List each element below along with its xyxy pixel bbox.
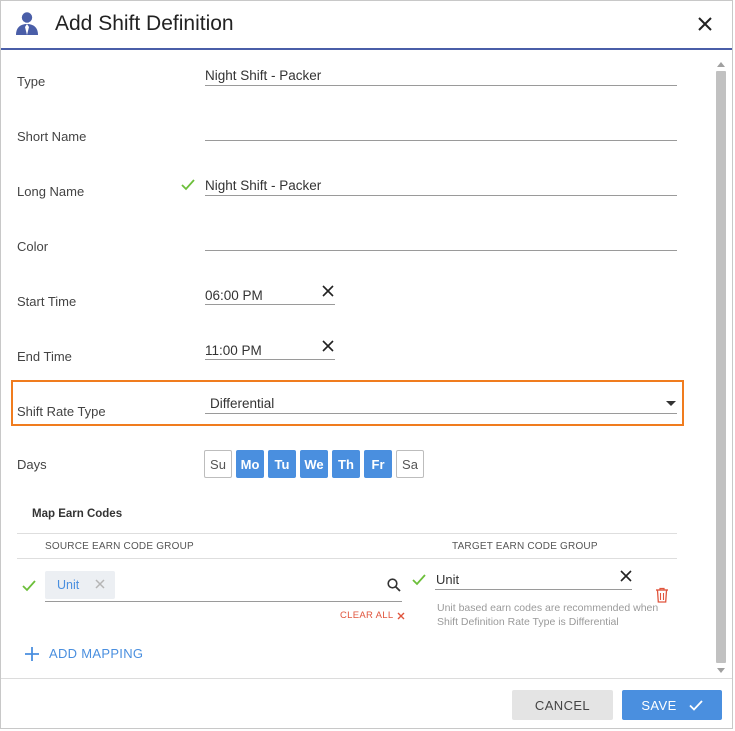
type-input[interactable]: Night Shift - Packer [205, 68, 321, 83]
day-toggle-th[interactable]: Th [332, 450, 360, 478]
close-button[interactable] [694, 13, 716, 35]
short-name-underline [205, 140, 677, 141]
type-label: Type [17, 74, 46, 89]
day-toggle-mo[interactable]: Mo [236, 450, 264, 478]
long-name-label: Long Name [17, 184, 85, 199]
save-button[interactable]: SAVE [622, 690, 722, 720]
close-icon [397, 612, 405, 619]
color-label: Color [17, 239, 49, 254]
target-column-header: TARGET EARN CODE GROUP [452, 541, 598, 552]
type-underline [205, 85, 677, 86]
clear-target-icon[interactable] [619, 569, 633, 583]
days-label: Days [17, 457, 47, 472]
end-time-underline [205, 359, 335, 360]
shift-rate-type-label: Shift Rate Type [17, 404, 106, 419]
start-time-input[interactable]: 06:00 PM [205, 288, 263, 303]
vertical-scrollbar[interactable] [715, 59, 727, 676]
shift-rate-type-underline [205, 413, 677, 414]
check-icon [22, 580, 36, 592]
scrollbar-thumb[interactable] [716, 71, 726, 663]
day-toggle-fr[interactable]: Fr [364, 450, 392, 478]
shift-rate-type-select[interactable]: Differential [210, 396, 274, 411]
remove-chip-icon[interactable] [95, 579, 105, 589]
person-icon [16, 12, 38, 35]
source-chip: Unit [45, 571, 115, 599]
color-underline [205, 250, 677, 251]
dialog-header: Add Shift Definition [1, 1, 732, 50]
clear-all-label: CLEAR ALL [340, 610, 394, 621]
add-mapping-button[interactable]: ADD MAPPING [25, 646, 143, 661]
cancel-button[interactable]: CANCEL [512, 690, 613, 720]
source-chip-label: Unit [57, 578, 80, 592]
add-mapping-label: ADD MAPPING [49, 646, 144, 661]
long-name-input[interactable]: Night Shift - Packer [205, 178, 321, 193]
end-time-input[interactable]: 11:00 PM [205, 343, 262, 358]
clear-end-time-icon[interactable] [321, 339, 335, 353]
target-earn-code-input[interactable]: Unit [436, 572, 459, 587]
clear-start-time-icon[interactable] [321, 284, 335, 298]
source-underline [45, 601, 402, 602]
long-name-underline [205, 195, 677, 196]
target-hint-text: Unit based earn codes are recommended wh… [437, 602, 659, 628]
days-toggle-group: Su Mo Tu We Th Fr Sa [204, 450, 424, 478]
short-name-label: Short Name [17, 129, 87, 144]
shift-rate-type-highlight [11, 380, 684, 426]
source-column-header: SOURCE EARN CODE GROUP [45, 541, 194, 552]
check-icon [412, 574, 426, 586]
trash-icon[interactable] [655, 587, 669, 603]
close-icon [698, 17, 712, 31]
add-shift-definition-dialog: Add Shift Definition Type Night Shift - … [0, 0, 733, 729]
plus-icon [25, 646, 39, 661]
scroll-down-arrow-icon[interactable] [717, 668, 725, 673]
target-underline [435, 589, 632, 590]
clear-all-button[interactable]: CLEAR ALL [340, 610, 405, 621]
start-time-underline [205, 304, 335, 305]
save-label: SAVE [641, 697, 677, 713]
end-time-label: End Time [17, 349, 72, 364]
scroll-up-arrow-icon[interactable] [717, 62, 725, 67]
search-icon[interactable] [387, 578, 401, 592]
day-toggle-we[interactable]: We [300, 450, 328, 478]
caret-down-icon[interactable] [666, 401, 676, 406]
mapping-table-header: SOURCE EARN CODE GROUP TARGET EARN CODE … [17, 533, 677, 559]
day-toggle-sa[interactable]: Sa [396, 450, 424, 478]
map-earn-codes-title: Map Earn Codes [32, 508, 123, 520]
start-time-label: Start Time [17, 294, 77, 309]
check-icon [181, 179, 195, 191]
check-icon [689, 699, 703, 711]
dialog-title: Add Shift Definition [55, 12, 234, 35]
day-toggle-su[interactable]: Su [204, 450, 232, 478]
day-toggle-tu[interactable]: Tu [268, 450, 296, 478]
